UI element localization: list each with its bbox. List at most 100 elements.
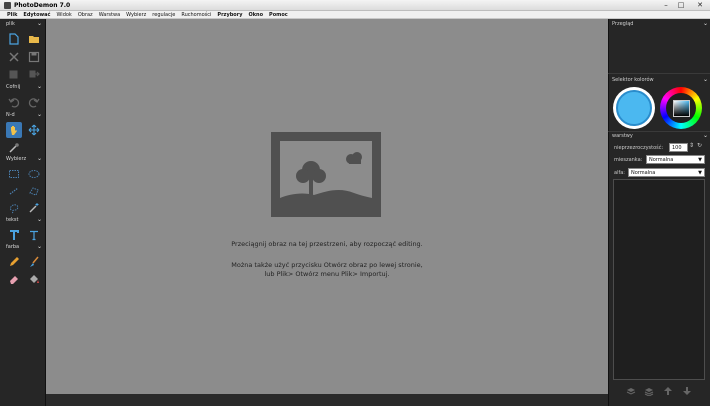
layers-panel-header[interactable]: warstwy ⌄ [612, 132, 708, 139]
empty-canvas-hint-3: lub Plik> Otwórz menu Plik> Importuj. [264, 270, 390, 278]
reset-icon[interactable]: ↻ [697, 142, 702, 149]
dropdown-arrow-icon: ▼ [698, 170, 702, 176]
primary-color-swatch[interactable] [613, 87, 655, 129]
close-icon [9, 52, 19, 62]
close-image-button[interactable] [6, 49, 22, 65]
maximize-button[interactable]: □ [675, 1, 687, 10]
line-select-icon [9, 187, 19, 195]
canvas-area[interactable]: Przeciągnij obraz na tej przestrzeni, ab… [46, 19, 608, 394]
empty-canvas-hint: Przeciągnij obraz na tej przestrzeni, ab… [231, 240, 423, 248]
ellipse-select-icon [28, 170, 40, 178]
open-image-button[interactable] [26, 31, 42, 47]
hand-icon [11, 126, 17, 135]
rect-select-button[interactable] [6, 166, 22, 182]
image-placeholder-icon [271, 132, 381, 217]
chevron-down-icon: ⌄ [702, 20, 708, 27]
eraser-tool-button[interactable] [6, 271, 22, 287]
chevron-down-icon: ⌄ [36, 216, 42, 223]
export-button[interactable] [26, 66, 42, 82]
toolbox-section-select[interactable]: Wybierz ⌄ [0, 155, 46, 163]
pencil-icon [10, 257, 19, 266]
ellipse-select-button[interactable] [26, 166, 42, 182]
eraser-icon [10, 276, 18, 284]
chevron-down-icon: ⌄ [36, 20, 42, 27]
polygon-select-button[interactable] [26, 183, 42, 199]
minimize-button[interactable]: – [660, 1, 672, 10]
redo-icon [28, 98, 40, 108]
lasso-select-button[interactable] [6, 200, 22, 216]
serif-text-icon [30, 230, 38, 241]
title-bar: PhotoDemon 7.0 – □ ✕ [0, 0, 710, 11]
move-layer-down-button[interactable] [681, 385, 693, 397]
menu-item-10[interactable]: Pomoc [269, 11, 288, 18]
menu-item-2[interactable]: Widok [56, 11, 71, 18]
move-layer-up-button[interactable] [662, 385, 674, 397]
blend-mode-value: Normalna [649, 157, 674, 163]
text-icon [10, 230, 19, 240]
toolbox-section-paint[interactable]: farba ⌄ [0, 243, 46, 251]
panel-divider [608, 73, 710, 74]
save-as-icon [9, 70, 18, 79]
toolbox-section-nav[interactable]: N-d ⌄ [0, 111, 46, 119]
color-wheel[interactable] [660, 87, 702, 129]
add-layer-button[interactable] [625, 385, 637, 397]
undo-icon [8, 98, 20, 108]
empty-canvas-hint-2: Można także użyć przycisku Otwórz obraz … [231, 261, 423, 269]
opacity-stepper[interactable]: ⇕ [689, 142, 694, 149]
toolbox: plik ⌄ Cofnij ⌄ N-d ⌄ Wybierz ⌄ tekst ⌄ … [0, 19, 46, 406]
layer-list[interactable] [613, 179, 705, 380]
alpha-mode-select[interactable]: Normalna ▼ [628, 168, 705, 177]
overview-panel-header[interactable]: Przegląd ⌄ [612, 20, 708, 27]
blend-mode-select[interactable]: Normalna ▼ [646, 155, 705, 164]
duplicate-layer-icon [644, 388, 654, 396]
chevron-down-icon: ⌄ [702, 132, 708, 139]
color-selector-header[interactable]: Selektor kolorów ⌄ [612, 76, 708, 83]
menu-item-8[interactable]: Przybory [217, 11, 242, 18]
opacity-label: nieprzezroczystość: [614, 145, 664, 151]
undo-button[interactable] [6, 94, 22, 110]
move-arrows-icon [28, 124, 40, 136]
menu-item-7[interactable]: Ruchomości [181, 11, 211, 18]
line-select-button[interactable] [6, 183, 22, 199]
panel-divider [608, 131, 710, 132]
lasso-icon [10, 204, 19, 214]
close-button[interactable]: ✕ [692, 1, 708, 10]
menu-item-9[interactable]: Okno [248, 11, 263, 18]
new-image-button[interactable] [6, 31, 22, 47]
hand-tool-button[interactable] [6, 122, 22, 138]
magic-wand-icon [29, 203, 39, 213]
text-tool-button[interactable] [6, 227, 22, 243]
menu-item-4[interactable]: Warstwa [99, 11, 120, 18]
chevron-down-icon: ⌄ [36, 111, 42, 118]
chevron-down-icon: ⌄ [36, 155, 42, 162]
saturation-square[interactable] [672, 99, 690, 117]
blend-mode-label: mieszanka: [614, 157, 643, 163]
toolbox-section-file[interactable]: plik ⌄ [0, 20, 46, 28]
menu-item-5[interactable]: Wybierz [126, 11, 146, 18]
menu-item-6[interactable]: regulacje [152, 11, 175, 18]
pencil-tool-button[interactable] [6, 254, 22, 270]
toolbox-section-text[interactable]: tekst ⌄ [0, 216, 46, 224]
move-tool-button[interactable] [26, 122, 42, 138]
dropdown-arrow-icon: ▼ [698, 157, 702, 163]
arrow-down-icon [683, 387, 691, 395]
save-button[interactable] [26, 49, 42, 65]
menu-item-0[interactable]: Plik [7, 11, 17, 18]
brush-tool-button[interactable] [26, 254, 42, 270]
color-picker-tool-button[interactable] [6, 140, 22, 156]
duplicate-layer-button[interactable] [643, 385, 655, 397]
export-icon [29, 70, 40, 78]
new-file-icon [9, 33, 19, 45]
folder-icon [29, 36, 39, 43]
menu-item-3[interactable]: Obraz [78, 11, 93, 18]
opacity-input[interactable]: 100 [669, 143, 688, 152]
magic-wand-button[interactable] [26, 200, 42, 216]
redo-button[interactable] [26, 94, 42, 110]
toolbox-section-undo[interactable]: Cofnij ⌄ [0, 83, 46, 91]
layers-title: warstwy [612, 133, 633, 139]
primary-color-fill [616, 90, 652, 126]
save-as-button[interactable] [6, 66, 22, 82]
fill-tool-button[interactable] [26, 271, 42, 287]
typography-tool-button[interactable] [26, 227, 42, 243]
menu-item-1[interactable]: Edytować [23, 11, 50, 18]
